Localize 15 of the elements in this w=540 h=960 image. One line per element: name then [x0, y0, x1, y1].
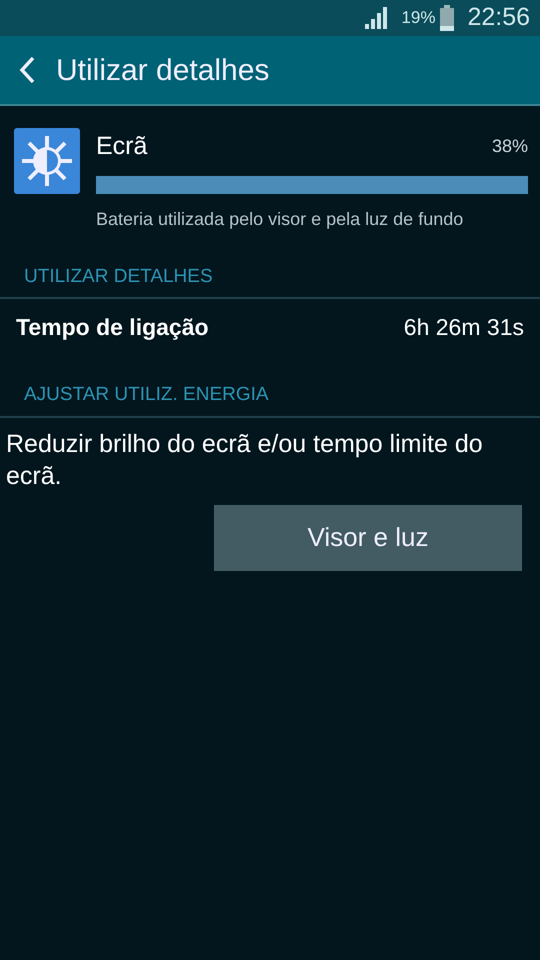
clock-time: 22:56 [467, 2, 530, 34]
section-text: Reduzir brilho do ecrã e/ou tempo limite do ecrã. [5, 428, 484, 492]
display-button[interactable]: Visor e luz [214, 504, 522, 570]
section-header: AJUSTAR UTILIZ. ENERGIA [0, 381, 540, 418]
row-value: 6h 26m 31s [404, 312, 524, 342]
battery-percent: 19% [401, 7, 436, 30]
brightness-icon [14, 128, 80, 194]
row-label: Tempo de ligação [16, 312, 209, 342]
section-header: UTILIZAR DETALHES [0, 262, 540, 299]
screen-title: Utilizar detalhes [56, 52, 270, 88]
signal-icon [365, 7, 390, 29]
battery-icon [439, 5, 456, 31]
item-name: Ecrã [96, 131, 148, 162]
usage-percent: 38% [492, 135, 528, 158]
item-description: Bateria utilizada pelo visor e pela luz de fundo [96, 208, 464, 231]
